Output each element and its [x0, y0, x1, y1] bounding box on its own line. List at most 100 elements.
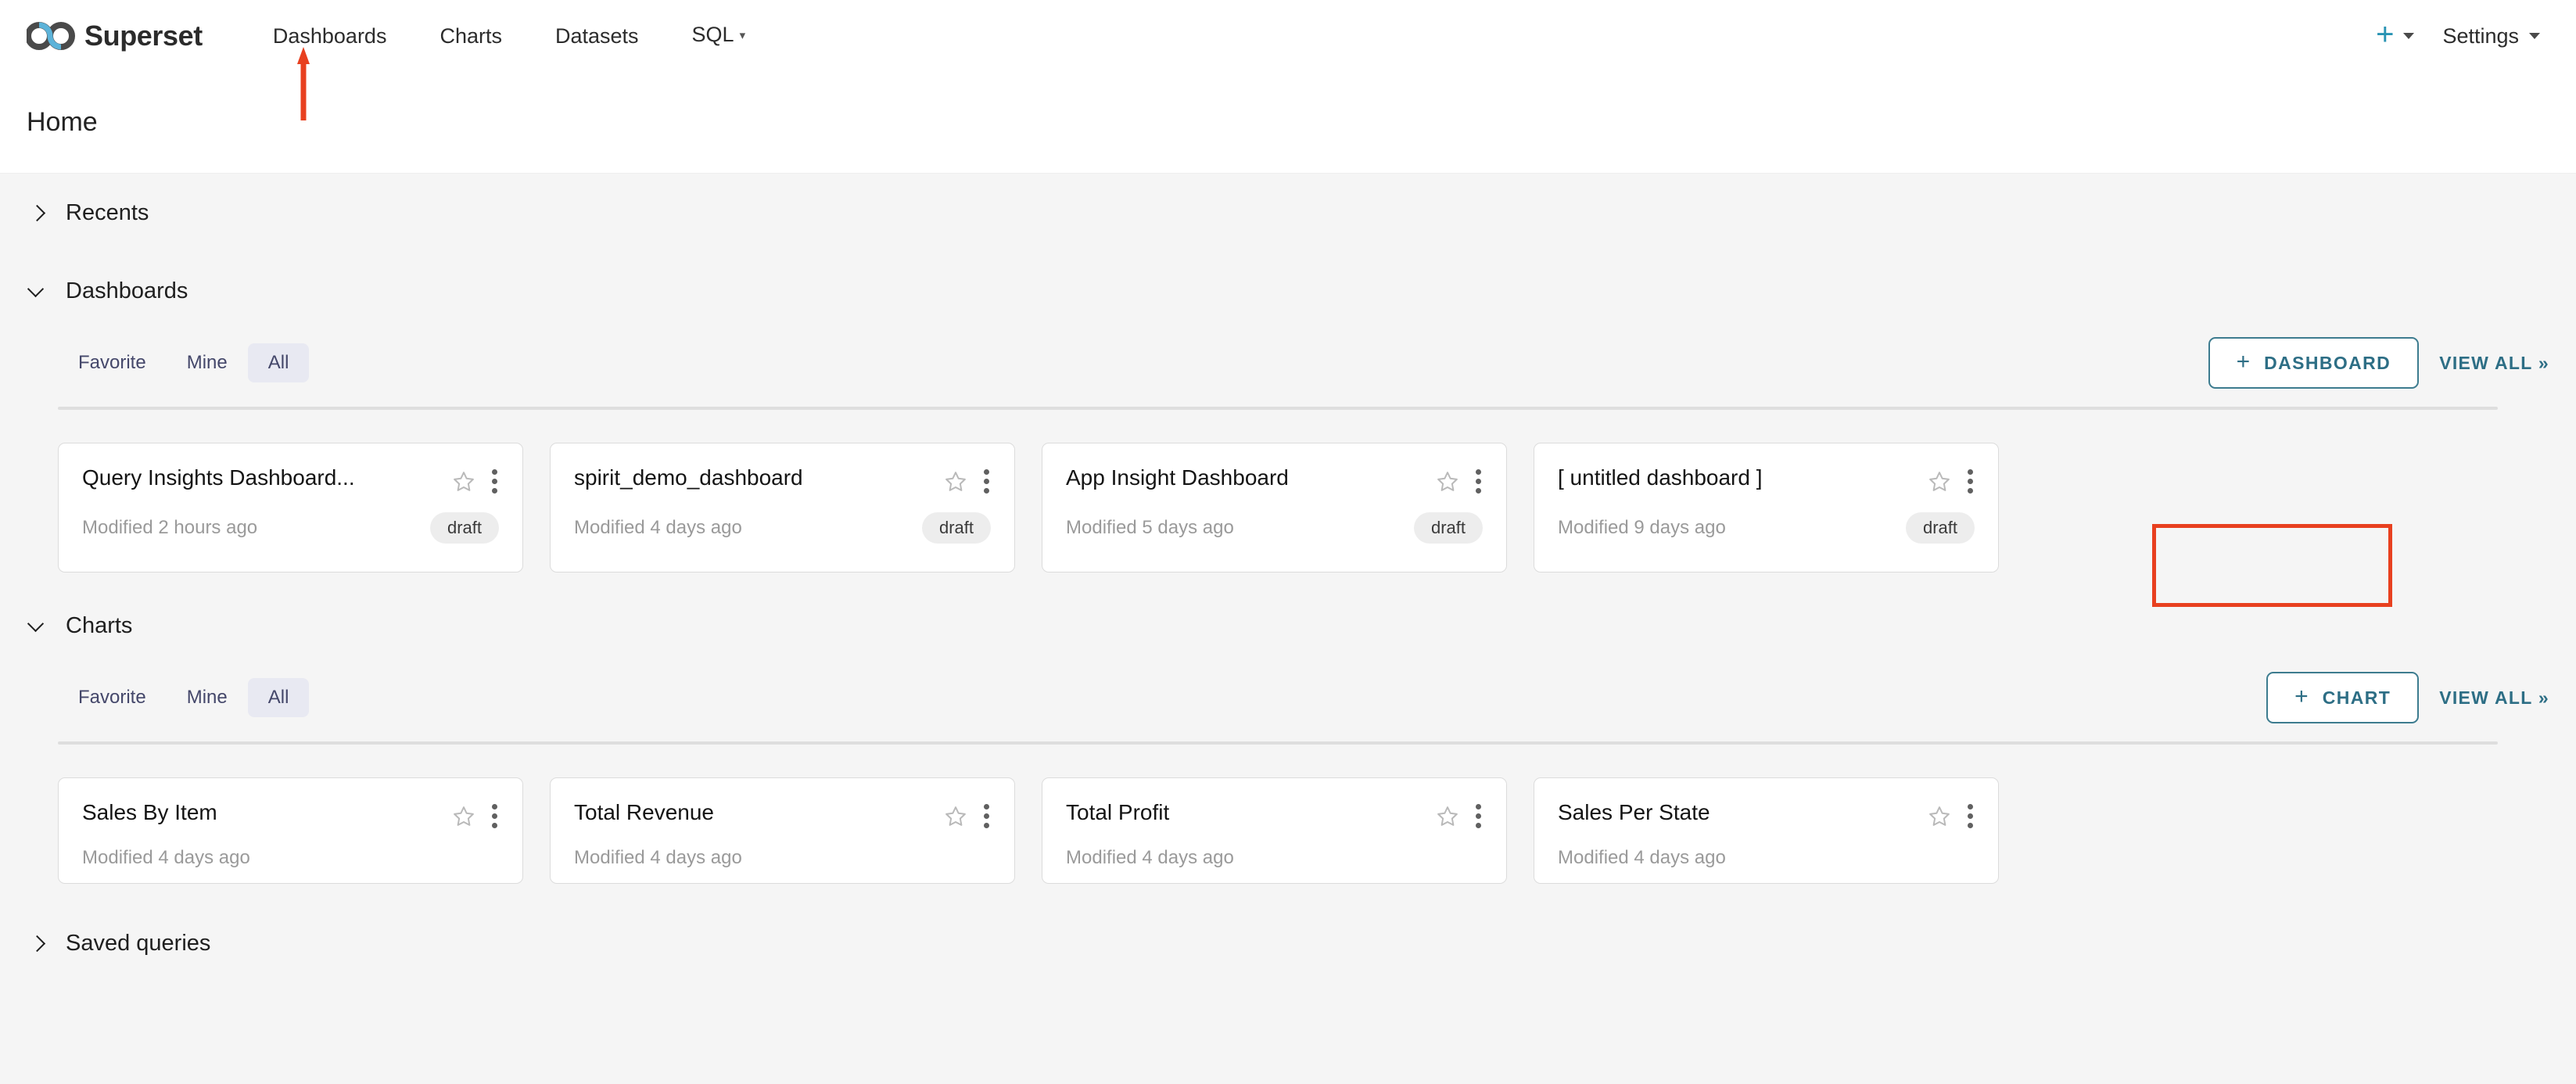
chevron-down-icon: [2403, 33, 2415, 39]
dashboard-card-modified: Modified 4 days ago: [574, 517, 742, 538]
nav-item-charts-label: Charts: [439, 24, 502, 48]
status-badge: draft: [429, 512, 499, 544]
settings-label: Settings: [2442, 23, 2519, 48]
section-header-recents[interactable]: Recents: [27, 174, 2549, 252]
dashboards-filter-tabs: Favorite Mine All: [58, 343, 310, 382]
more-vertical-icon[interactable]: [490, 802, 499, 830]
view-all-charts-link[interactable]: VIEW ALL »: [2439, 687, 2549, 709]
more-vertical-icon[interactable]: [1473, 802, 1483, 830]
chart-card-title: Sales By Item: [82, 800, 217, 824]
more-vertical-icon[interactable]: [1965, 802, 1975, 830]
settings-menu[interactable]: Settings: [2442, 24, 2540, 48]
plus-icon: +: [2376, 17, 2395, 52]
more-vertical-icon[interactable]: [981, 468, 991, 495]
superset-infinity-logo: [27, 22, 75, 50]
dashboard-card-modified: Modified 2 hours ago: [82, 517, 258, 538]
star-outline-icon[interactable]: [944, 805, 967, 828]
charts-panel: Favorite Mine All + CHART VIEW ALL » Sal…: [27, 665, 2549, 884]
tab-dashboards-mine[interactable]: Mine: [167, 343, 248, 382]
chart-card-modified: Modified 4 days ago: [82, 847, 250, 868]
tab-charts-all[interactable]: All: [247, 678, 310, 717]
tab-dashboards-all[interactable]: All: [247, 343, 310, 382]
section-title-charts: Charts: [66, 612, 133, 638]
add-dashboard-button[interactable]: + DASHBOARD: [2208, 337, 2420, 389]
nav-item-dashboards[interactable]: Dashboards: [246, 0, 414, 72]
section-header-charts[interactable]: Charts: [27, 587, 2549, 665]
chart-card-modified: Modified 4 days ago: [574, 847, 742, 868]
brand-home-link[interactable]: Superset: [27, 20, 203, 52]
section-title-saved-queries: Saved queries: [66, 930, 211, 956]
page-title: Home: [27, 107, 98, 137]
chart-card-title: Total Revenue: [574, 800, 715, 824]
chart-card[interactable]: Sales By Item Modified 4 days ago: [58, 777, 523, 884]
dashboard-card[interactable]: spirit_demo_dashboard Modified 4 days ag…: [550, 443, 1015, 573]
status-badge: draft: [1413, 512, 1483, 544]
chart-card[interactable]: Sales Per State Modified 4 days ago: [1534, 777, 1999, 884]
section-header-saved-queries[interactable]: Saved queries: [27, 904, 2549, 982]
chevron-right-icon: [27, 933, 47, 953]
dashboard-card-title: [ untitled dashboard ]: [1558, 465, 1763, 490]
nav-item-sql[interactable]: SQL ▾: [666, 0, 773, 74]
dashboard-card-title: App Insight Dashboard: [1066, 465, 1289, 490]
navbar-right-actions: + Settings: [2376, 17, 2540, 52]
tab-dashboards-favorite[interactable]: Favorite: [58, 343, 167, 382]
nav-item-datasets[interactable]: Datasets: [529, 0, 666, 72]
star-outline-icon[interactable]: [452, 470, 475, 494]
primary-nav: Dashboards Charts Datasets SQL ▾: [246, 0, 772, 74]
status-badge: draft: [1905, 512, 1975, 544]
nav-item-dashboards-label: Dashboards: [272, 24, 387, 48]
more-vertical-icon[interactable]: [1473, 468, 1483, 495]
main-content: Recents Dashboards Favorite Mine All + D…: [0, 174, 2576, 982]
chevron-down-icon: [27, 281, 47, 301]
section-title-recents: Recents: [66, 199, 149, 225]
star-outline-icon[interactable]: [1436, 470, 1459, 494]
dashboard-card-title: Query Insights Dashboard...: [82, 465, 355, 490]
star-outline-icon[interactable]: [452, 805, 475, 828]
tab-charts-favorite[interactable]: Favorite: [58, 678, 167, 717]
chart-card-title: Total Profit: [1066, 800, 1170, 824]
nav-item-sql-label: SQL: [691, 22, 734, 46]
dashboard-card[interactable]: App Insight Dashboard Modified 5 days ag…: [1042, 443, 1507, 573]
section-title-dashboards: Dashboards: [66, 278, 188, 303]
dashboards-panel: Favorite Mine All + DASHBOARD VIEW ALL »…: [27, 330, 2549, 573]
view-all-dashboards-link[interactable]: VIEW ALL »: [2439, 353, 2549, 374]
new-item-menu[interactable]: +: [2376, 17, 2415, 52]
add-chart-label: CHART: [2322, 687, 2391, 708]
chart-card[interactable]: Total Profit Modified 4 days ago: [1042, 777, 1507, 884]
nav-item-charts[interactable]: Charts: [413, 0, 529, 72]
more-vertical-icon[interactable]: [490, 468, 499, 495]
tab-charts-mine[interactable]: Mine: [167, 678, 248, 717]
dashboard-card[interactable]: [ untitled dashboard ] Modified 9 days a…: [1534, 443, 1999, 573]
top-navbar: Superset Dashboards Charts Datasets SQL ▾…: [0, 0, 2576, 120]
charts-actions: + CHART VIEW ALL »: [2266, 672, 2549, 723]
brand-name: Superset: [84, 20, 203, 52]
dashboard-card[interactable]: Query Insights Dashboard... Modified 2 h…: [58, 443, 523, 573]
star-outline-icon[interactable]: [944, 470, 967, 494]
dashboards-card-list: Query Insights Dashboard... Modified 2 h…: [58, 410, 2549, 573]
page-header: Home: [0, 72, 2576, 174]
add-dashboard-label: DASHBOARD: [2264, 352, 2391, 373]
star-outline-icon[interactable]: [1928, 470, 1951, 494]
plus-icon: +: [2236, 349, 2251, 375]
chart-card-modified: Modified 4 days ago: [1066, 847, 1234, 868]
star-outline-icon[interactable]: [1436, 805, 1459, 828]
plus-icon: +: [2294, 684, 2309, 709]
charts-controls: Favorite Mine All + CHART VIEW ALL »: [58, 665, 2549, 730]
caret-down-icon: ▾: [739, 28, 746, 42]
section-header-dashboards[interactable]: Dashboards: [27, 252, 2549, 330]
nav-item-datasets-label: Datasets: [554, 24, 639, 48]
add-chart-button[interactable]: + CHART: [2266, 672, 2420, 723]
dashboard-card-modified: Modified 9 days ago: [1558, 517, 1726, 538]
more-vertical-icon[interactable]: [981, 802, 991, 830]
chart-card-title: Sales Per State: [1558, 800, 1710, 824]
charts-card-list: Sales By Item Modified 4 days ago Total …: [58, 745, 2549, 884]
dashboard-card-title: spirit_demo_dashboard: [574, 465, 803, 490]
dashboard-card-modified: Modified 5 days ago: [1066, 517, 1234, 538]
more-vertical-icon[interactable]: [1965, 468, 1975, 495]
dashboards-controls: Favorite Mine All + DASHBOARD VIEW ALL »: [58, 330, 2549, 396]
chevron-down-icon: [27, 616, 47, 636]
chart-card[interactable]: Total Revenue Modified 4 days ago: [550, 777, 1015, 884]
chevron-down-icon: [2529, 33, 2540, 39]
charts-filter-tabs: Favorite Mine All: [58, 678, 310, 717]
star-outline-icon[interactable]: [1928, 805, 1951, 828]
